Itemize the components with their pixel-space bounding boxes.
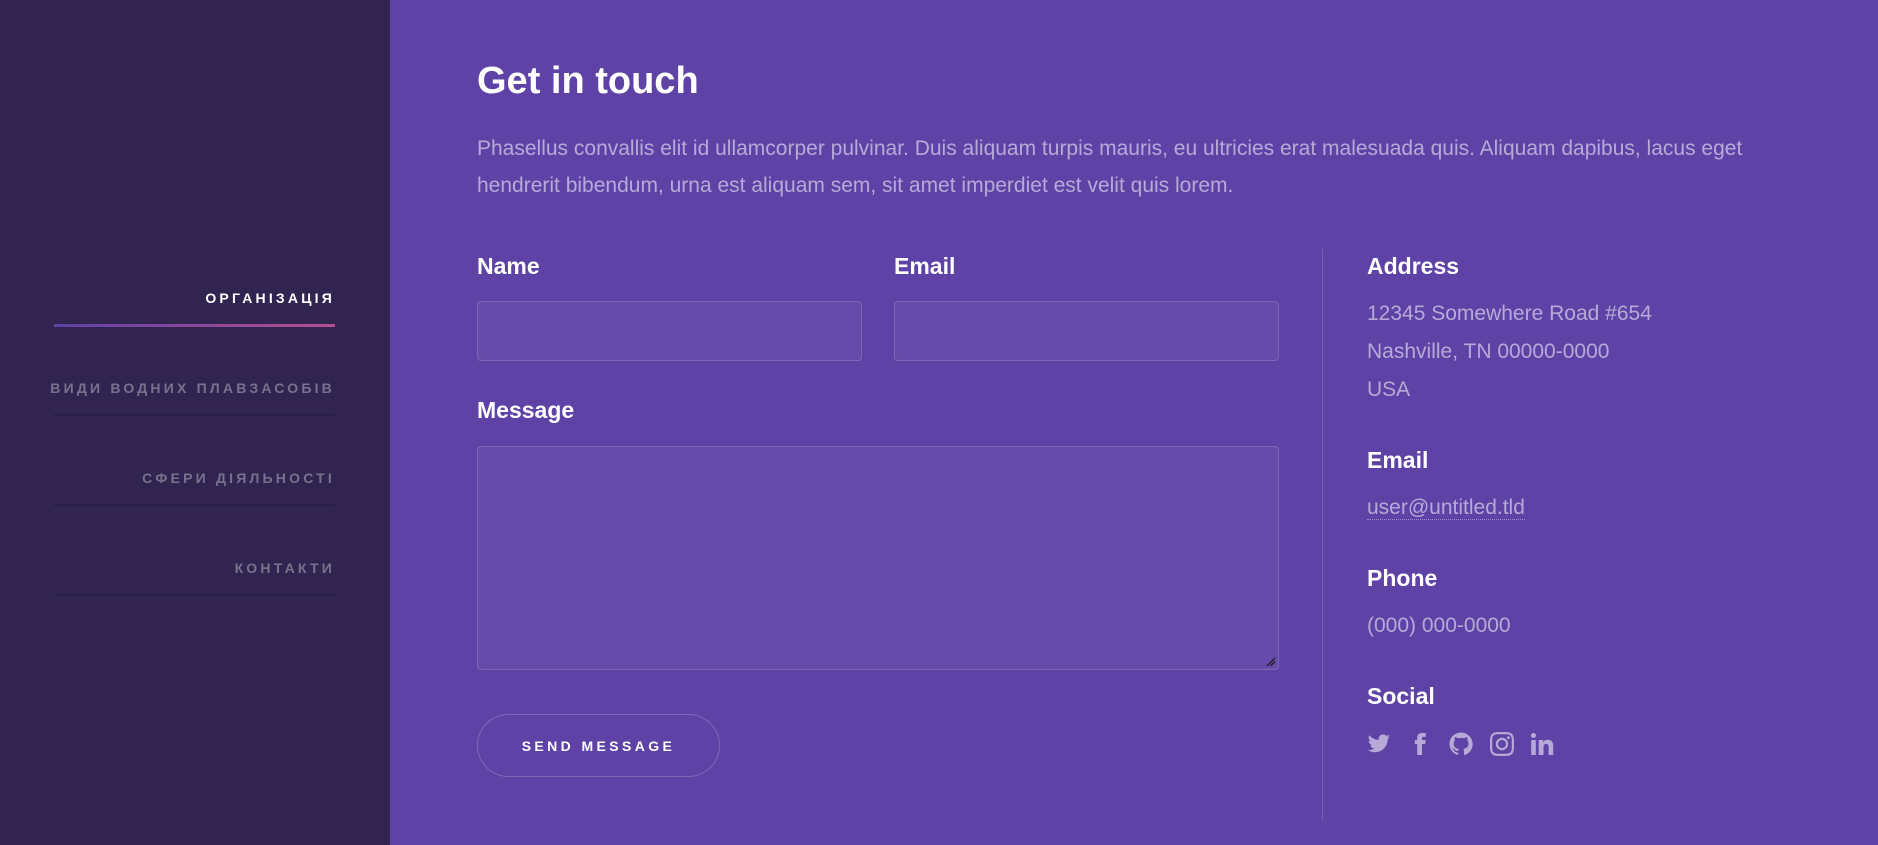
nav-item-underline bbox=[54, 504, 335, 506]
address-line-1: 12345 Somewhere Road #654 bbox=[1367, 302, 1652, 325]
nav-item-label: ОРГАНІЗАЦІЯ bbox=[205, 290, 335, 306]
social-heading: Social bbox=[1367, 683, 1435, 709]
resize-handle-icon[interactable] bbox=[1266, 657, 1275, 666]
nav-item-underline bbox=[54, 594, 335, 596]
email-input[interactable] bbox=[894, 301, 1279, 361]
nav-item-label: КОНТАКТИ bbox=[234, 560, 335, 576]
github-icon[interactable] bbox=[1449, 732, 1473, 756]
column-divider bbox=[1322, 249, 1323, 821]
nav-item-activities[interactable]: СФЕРИ ДІЯЛЬНОСТІ bbox=[54, 455, 335, 545]
intro-text: Phasellus convallis elit id ullamcorper … bbox=[477, 137, 1743, 197]
nav-item-label: ВИДИ ВОДНИХ ПЛАВЗАСОБІВ bbox=[50, 380, 335, 396]
instagram-icon[interactable] bbox=[1490, 732, 1514, 756]
name-input[interactable] bbox=[477, 301, 862, 361]
address-heading: Address bbox=[1367, 253, 1460, 279]
email-heading: Email bbox=[1367, 447, 1429, 473]
message-label: Message bbox=[477, 397, 575, 423]
nav-item-vessel-types[interactable]: ВИДИ ВОДНИХ ПЛАВЗАСОБІВ bbox=[50, 365, 335, 455]
name-label: Name bbox=[477, 253, 540, 279]
twitter-icon[interactable] bbox=[1367, 732, 1391, 756]
email-row: user@untitled.tld bbox=[1367, 489, 1525, 527]
nav-item-underline bbox=[54, 414, 335, 416]
sidebar-nav: ОРГАНІЗАЦІЯ ВИДИ ВОДНИХ ПЛАВЗАСОБІВ СФЕР… bbox=[50, 275, 335, 635]
nav-item-label: СФЕРИ ДІЯЛЬНОСТІ bbox=[142, 470, 335, 486]
nav-item-organization[interactable]: ОРГАНІЗАЦІЯ bbox=[54, 275, 335, 365]
message-textarea[interactable] bbox=[477, 446, 1279, 670]
address-line-2: Nashville, TN 00000-0000 bbox=[1367, 340, 1610, 363]
email-label: Email bbox=[894, 253, 956, 279]
social-links bbox=[1367, 732, 1555, 756]
page-title: Get in touch bbox=[477, 60, 699, 102]
send-message-button[interactable]: SEND MESSAGE bbox=[477, 714, 720, 777]
sidebar: ОРГАНІЗАЦІЯ ВИДИ ВОДНИХ ПЛАВЗАСОБІВ СФЕР… bbox=[0, 0, 390, 845]
email-link[interactable]: user@untitled.tld bbox=[1367, 496, 1525, 520]
address-line-3: USA bbox=[1367, 378, 1411, 401]
nav-item-underline bbox=[54, 324, 335, 327]
linkedin-icon[interactable] bbox=[1531, 732, 1555, 756]
phone-number: (000) 000-0000 bbox=[1367, 614, 1511, 637]
nav-item-contacts[interactable]: КОНТАКТИ bbox=[54, 545, 335, 635]
phone-heading: Phone bbox=[1367, 565, 1438, 591]
facebook-icon[interactable] bbox=[1408, 732, 1432, 756]
